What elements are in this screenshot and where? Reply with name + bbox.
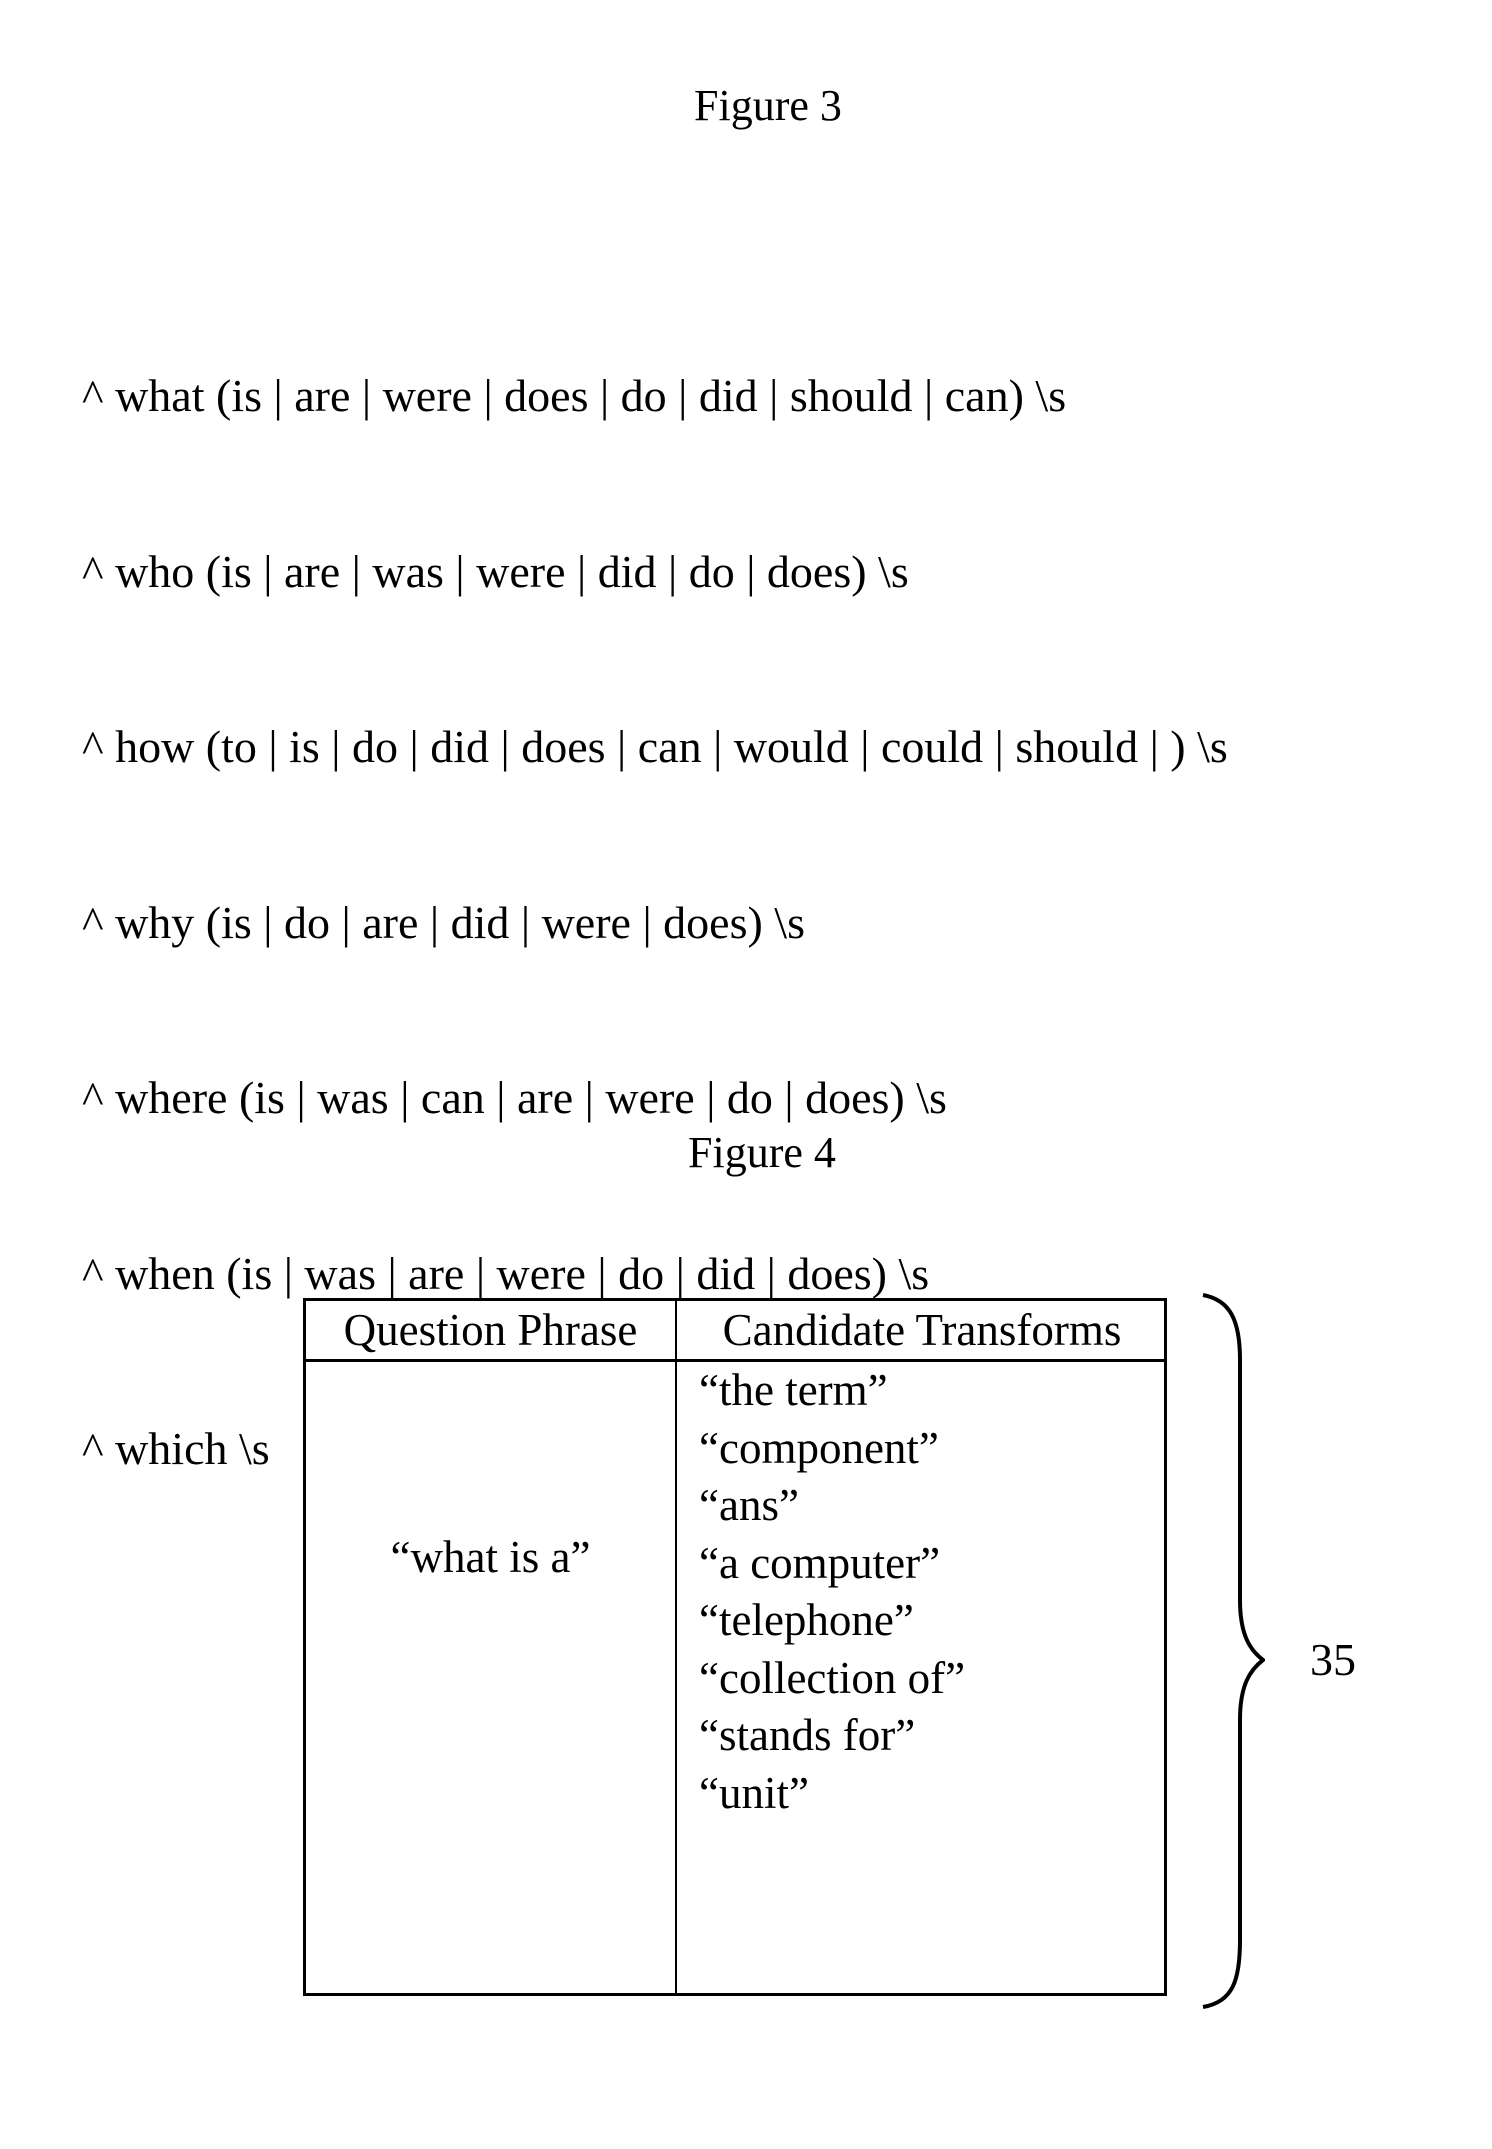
- transform-item: “unit”: [699, 1767, 809, 1818]
- transforms-table: Question Phrase Candidate Transforms “wh…: [303, 1298, 1167, 1996]
- transform-item: “the term”: [699, 1365, 888, 1415]
- transform-item: “a computer”: [699, 1537, 941, 1588]
- header-question-phrase: Question Phrase: [343, 1305, 638, 1355]
- regex-pattern-how: ^ how (to | is | do | did | does | can |…: [82, 721, 1228, 772]
- question-phrase-cell: “what is a”: [390, 1532, 591, 1582]
- curly-brace-icon: [1202, 1293, 1265, 2009]
- reference-numeral: 35: [1310, 1634, 1356, 1685]
- transform-item: “ans”: [699, 1480, 799, 1530]
- column-divider: [675, 1301, 677, 1993]
- transform-item: “telephone”: [699, 1595, 914, 1645]
- transform-item: “collection of”: [699, 1652, 966, 1703]
- header-candidate-transforms: Candidate Transforms: [722, 1305, 1122, 1355]
- regex-pattern-where: ^ where (is | was | can | are | were | d…: [82, 1072, 947, 1123]
- figure-3-title: Figure 3: [694, 81, 842, 130]
- regex-pattern-who: ^ who (is | are | was | were | did | do …: [82, 545, 909, 597]
- regex-pattern-what: ^ what (is | are | were | does | do | di…: [82, 370, 1067, 421]
- regex-pattern-why: ^ why (is | do | are | did | were | does…: [82, 896, 805, 948]
- figure-4-title: Figure 4: [688, 1128, 836, 1177]
- candidate-transforms-cell: “the term” “component” “ans” “a computer…: [699, 1362, 965, 1822]
- transform-item: “component”: [699, 1422, 939, 1473]
- transform-item: “stands for”: [699, 1710, 916, 1760]
- regex-pattern-when: ^ when (is | was | are | were | do | did…: [82, 1247, 930, 1299]
